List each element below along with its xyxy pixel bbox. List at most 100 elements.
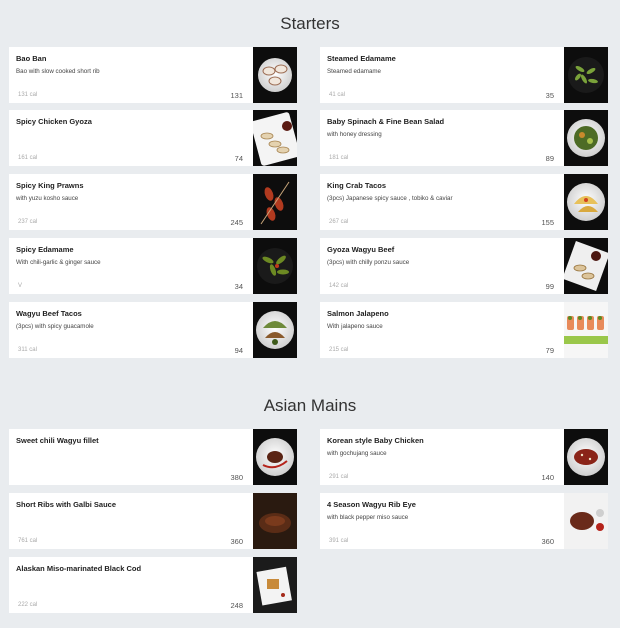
menu-item-calories: 41 cal bbox=[329, 92, 346, 98]
wagyu-gyoza-image[interactable] bbox=[564, 238, 608, 294]
menu-item-calories: 131 cal bbox=[18, 92, 38, 98]
menu-item-price: 34 bbox=[234, 282, 243, 291]
menu-item-name: Sweet chili Wagyu fillet bbox=[16, 436, 99, 445]
menu-item-card[interactable]: 4 Season Wagyu Rib Eye with black pepper… bbox=[320, 493, 608, 549]
menu-item-price: 155 bbox=[541, 218, 554, 227]
menu-item-name: Steamed Edamame bbox=[327, 54, 396, 63]
menu-item-name: Spicy Edamame bbox=[16, 245, 74, 254]
menu-item-info: Korean style Baby Chicken with gochujang… bbox=[327, 429, 557, 485]
menu-item-calories: 291 cal bbox=[329, 474, 349, 480]
menu-item-description: with gochujang sauce bbox=[327, 450, 387, 457]
menu-item-price: 79 bbox=[545, 346, 554, 355]
menu-item-info: Sweet chili Wagyu fillet bbox=[16, 429, 246, 485]
menu-item-name: Salmon Jalapeno bbox=[327, 309, 389, 318]
menu-item-description: (3pcs) with chilly ponzu sauce bbox=[327, 259, 410, 266]
menu-item-calories: V bbox=[18, 283, 23, 289]
menu-item-price: 35 bbox=[545, 91, 554, 100]
menu-item-price: 74 bbox=[234, 154, 243, 163]
menu-item-card[interactable]: Sweet chili Wagyu fillet 380 bbox=[9, 429, 297, 485]
menu-item-card[interactable]: Steamed Edamame Steamed edamame 41 cal 3… bbox=[320, 47, 608, 103]
menu-item-price: 131 bbox=[230, 91, 243, 100]
menu-item-name: Spicy Chicken Gyoza bbox=[16, 117, 92, 126]
menu-item-card[interactable]: Salmon Jalapeno With jalapeno sauce 215 … bbox=[320, 302, 608, 358]
menu-item-name: Baby Spinach & Fine Bean Salad bbox=[327, 117, 445, 126]
menu-item-card[interactable]: King Crab Tacos (3pcs) Japanese spicy sa… bbox=[320, 174, 608, 230]
menu-item-name: Short Ribs with Galbi Sauce bbox=[16, 500, 117, 509]
menu-item-info: Alaskan Miso-marinated Black Cod 222 cal bbox=[16, 557, 246, 613]
wagyu-fillet-image[interactable] bbox=[253, 429, 297, 485]
section-title-asian-mains: Asian Mains bbox=[263, 396, 357, 415]
menu-item-name: Bao Ban bbox=[16, 54, 47, 63]
menu-item-calories: 391 cal bbox=[329, 538, 349, 544]
menu-item-card[interactable]: Short Ribs with Galbi Sauce 761 cal 360 bbox=[9, 493, 297, 549]
menu-item-price: 245 bbox=[230, 218, 243, 227]
gyoza-plate-image[interactable] bbox=[253, 110, 297, 166]
menu-item-calories: 761 cal bbox=[18, 538, 38, 544]
menu-item-calories: 267 cal bbox=[329, 219, 349, 225]
menu-item-info: Steamed Edamame Steamed edamame 41 cal bbox=[327, 47, 557, 103]
black-cod-image[interactable] bbox=[253, 557, 297, 613]
menu-item-calories: 142 cal bbox=[329, 283, 349, 289]
menu-item-description: With chili-garlic & ginger sauce bbox=[16, 259, 101, 266]
menu-item-price: 89 bbox=[545, 154, 554, 163]
menu-item-info: Short Ribs with Galbi Sauce 761 cal bbox=[16, 493, 246, 549]
menu-item-card[interactable]: Baby Spinach & Fine Bean Salad with hone… bbox=[320, 110, 608, 166]
edamame-bowl-image[interactable] bbox=[564, 47, 608, 103]
menu-item-card[interactable]: Wagyu Beef Tacos (3pcs) with spicy guaca… bbox=[9, 302, 297, 358]
menu-item-info: King Crab Tacos (3pcs) Japanese spicy sa… bbox=[327, 174, 557, 230]
short-ribs-image[interactable] bbox=[253, 493, 297, 549]
menu-item-card[interactable]: Alaskan Miso-marinated Black Cod 222 cal… bbox=[9, 557, 297, 613]
menu-item-description: (3pcs) with spicy guacamole bbox=[16, 323, 94, 330]
korean-chicken-image[interactable] bbox=[564, 429, 608, 485]
menu-item-calories: 222 cal bbox=[18, 602, 38, 608]
menu-item-price: 360 bbox=[230, 537, 243, 546]
menu-item-calories: 311 cal bbox=[18, 347, 37, 353]
menu-item-price: 360 bbox=[541, 537, 554, 546]
menu-item-card[interactable]: Spicy Edamame With chili-garlic & ginger… bbox=[9, 238, 297, 294]
menu-item-description: (3pcs) Japanese spicy sauce , tobiko & c… bbox=[327, 195, 453, 202]
menu-item-name: Korean style Baby Chicken bbox=[327, 436, 424, 445]
menu-item-name: Alaskan Miso-marinated Black Cod bbox=[16, 564, 142, 573]
menu-item-price: 380 bbox=[230, 473, 243, 482]
menu-item-description: Steamed edamame bbox=[327, 68, 381, 75]
menu-item-calories: 161 cal bbox=[18, 155, 38, 161]
bao-plate-image[interactable] bbox=[253, 47, 297, 103]
menu-item-card[interactable]: Bao Ban Bao with slow cooked short rib 1… bbox=[9, 47, 297, 103]
menu-item-card[interactable]: Gyoza Wagyu Beef (3pcs) with chilly ponz… bbox=[320, 238, 608, 294]
menu-item-price: 94 bbox=[234, 346, 243, 355]
prawn-skewers-image[interactable] bbox=[253, 174, 297, 230]
menu-item-card[interactable]: Spicy King Prawns with yuzu kosho sauce … bbox=[9, 174, 297, 230]
salad-bowl-image[interactable] bbox=[564, 110, 608, 166]
menu-item-info: Bao Ban Bao with slow cooked short rib 1… bbox=[16, 47, 246, 103]
menu-item-description: With jalapeno sauce bbox=[327, 323, 383, 330]
crab-tacos-image[interactable] bbox=[564, 174, 608, 230]
menu-item-calories: 215 cal bbox=[329, 347, 349, 353]
menu-item-card[interactable]: Spicy Chicken Gyoza 161 cal 74 bbox=[9, 110, 297, 166]
menu-item-name: Gyoza Wagyu Beef bbox=[327, 245, 395, 254]
menu-item-info: Baby Spinach & Fine Bean Salad with hone… bbox=[327, 110, 557, 166]
menu-item-info: Gyoza Wagyu Beef (3pcs) with chilly ponz… bbox=[327, 238, 557, 294]
menu-item-description: with black pepper miso sauce bbox=[327, 514, 409, 521]
menu-item-description: Bao with slow cooked short rib bbox=[16, 68, 100, 75]
menu-item-info: Spicy King Prawns with yuzu kosho sauce … bbox=[16, 174, 246, 230]
menu-item-price: 248 bbox=[230, 601, 243, 610]
menu-item-info: Spicy Edamame With chili-garlic & ginger… bbox=[16, 238, 246, 294]
menu-item-name: Spicy King Prawns bbox=[16, 181, 84, 190]
menu-item-card[interactable]: Korean style Baby Chicken with gochujang… bbox=[320, 429, 608, 485]
menu-item-calories: 181 cal bbox=[329, 155, 349, 161]
menu-item-price: 140 bbox=[541, 473, 554, 482]
menu-item-calories: 237 cal bbox=[18, 219, 38, 225]
rib-eye-image[interactable] bbox=[564, 493, 608, 549]
menu-item-description: with yuzu kosho sauce bbox=[16, 195, 79, 202]
salmon-jalapeno-image[interactable] bbox=[564, 302, 608, 358]
menu-item-info: Spicy Chicken Gyoza 161 cal bbox=[16, 110, 246, 166]
menu-item-info: Salmon Jalapeno With jalapeno sauce 215 … bbox=[327, 302, 557, 358]
menu-item-name: King Crab Tacos bbox=[327, 181, 387, 190]
section-title-starters: Starters bbox=[280, 14, 340, 33]
menu-item-name: 4 Season Wagyu Rib Eye bbox=[327, 500, 416, 509]
menu-item-price: 99 bbox=[545, 282, 554, 291]
spicy-edamame-image[interactable] bbox=[253, 238, 297, 294]
menu-item-info: Wagyu Beef Tacos (3pcs) with spicy guaca… bbox=[16, 302, 246, 358]
menu-item-info: 4 Season Wagyu Rib Eye with black pepper… bbox=[327, 493, 557, 549]
beef-tacos-image[interactable] bbox=[253, 302, 297, 358]
